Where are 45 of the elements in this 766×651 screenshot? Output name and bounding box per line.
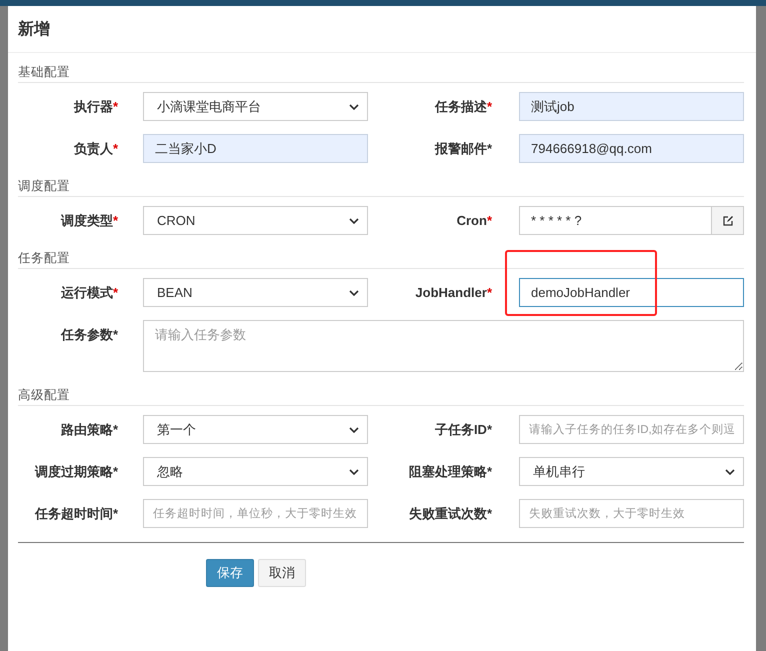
chevron-down-icon xyxy=(349,290,359,296)
input-field[interactable]: demoJobHandler xyxy=(519,278,744,307)
chevron-down-icon xyxy=(349,426,359,432)
field-label: 调度过期策略* xyxy=(34,463,119,481)
field-label: 任务参数* xyxy=(60,326,119,344)
input-field[interactable]: 任务超时时间，单位秒，大于零时生效 xyxy=(143,499,368,528)
field-label: Cron* xyxy=(456,212,493,230)
edit-icon xyxy=(722,214,734,226)
section-title: 任务配置 xyxy=(18,249,744,269)
dropdown[interactable]: 第一个 xyxy=(143,415,368,444)
dropdown[interactable]: 忽略 xyxy=(143,457,368,486)
field-label: 路由策略* xyxy=(60,421,119,439)
section-title: 高级配置 xyxy=(18,386,744,406)
chevron-down-icon xyxy=(725,468,735,474)
field-label: 调度类型* xyxy=(60,212,119,230)
field-label: 报警邮件* xyxy=(434,140,493,158)
dropdown[interactable]: 小滴课堂电商平台 xyxy=(143,92,368,121)
dropdown[interactable]: 单机串行 xyxy=(519,457,744,486)
input-field[interactable]: 二当家小D xyxy=(143,134,368,163)
field-label: JobHandler* xyxy=(414,284,493,302)
text-area[interactable]: 请输入任务参数 xyxy=(143,320,744,372)
dropdown[interactable]: CRON xyxy=(143,206,368,235)
input-field[interactable]: 请输入子任务的任务ID,如存在多个则逗 xyxy=(519,415,744,444)
save-button[interactable]: 保存 xyxy=(206,559,254,587)
field-label: 负责人* xyxy=(72,140,119,158)
field-label: 任务描述* xyxy=(434,98,493,116)
chevron-down-icon xyxy=(349,104,359,110)
dropdown[interactable]: BEAN xyxy=(143,278,368,307)
input-field[interactable]: 794666918@qq.com xyxy=(519,134,744,163)
chevron-down-icon xyxy=(349,468,359,474)
cancel-button[interactable]: 取消 xyxy=(258,559,306,587)
field-label: 阻塞处理策略* xyxy=(408,463,493,481)
edit-button[interactable] xyxy=(712,206,744,235)
chevron-down-icon xyxy=(349,218,359,224)
input-field[interactable]: 失败重试次数，大于零时生效 xyxy=(519,499,744,528)
input-field[interactable]: 测试job xyxy=(519,92,744,121)
field-label: 子任务ID* xyxy=(434,421,493,439)
section-title: 调度配置 xyxy=(18,177,744,197)
modal-title: 新增 xyxy=(18,19,50,40)
field-label: 运行模式* xyxy=(60,284,119,302)
field-label: 任务超时时间* xyxy=(34,505,119,523)
section-title: 基础配置 xyxy=(18,63,744,83)
input-field[interactable]: * * * * * ? xyxy=(519,206,712,235)
field-label: 执行器* xyxy=(72,98,119,116)
field-label: 失败重试次数* xyxy=(408,505,493,523)
